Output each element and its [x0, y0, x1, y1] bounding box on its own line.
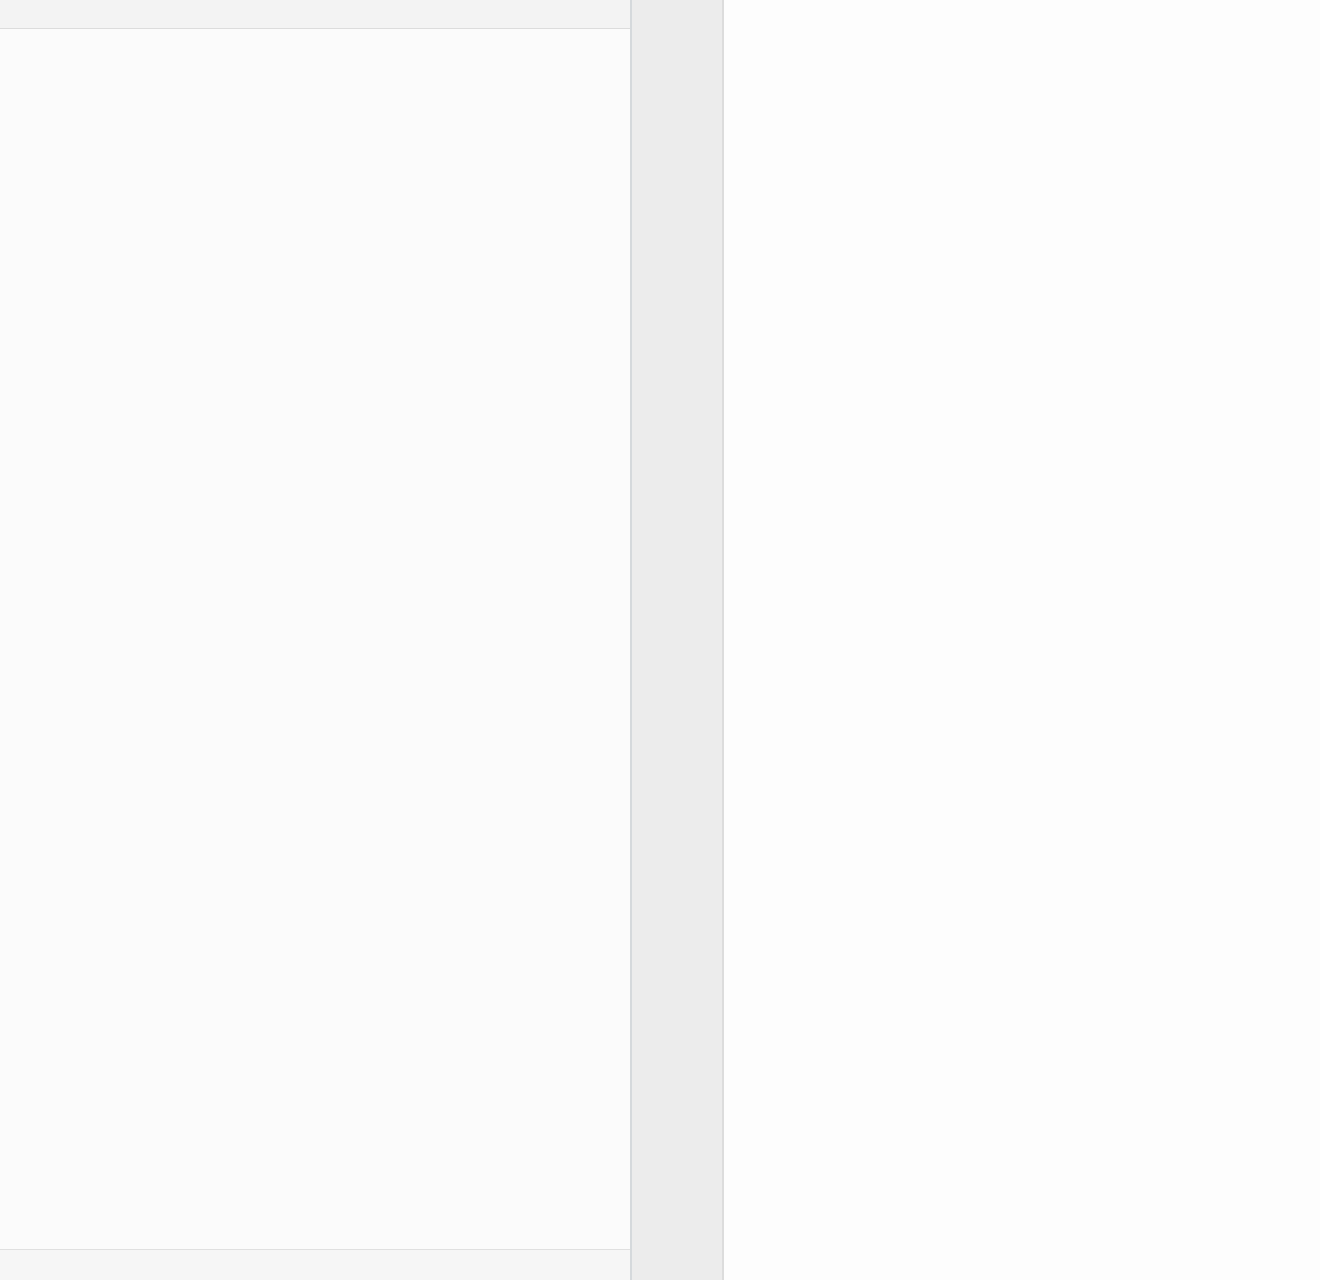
- left-statusbar: [0, 1249, 630, 1280]
- left-editor-pane: [0, 0, 632, 1280]
- line-number-gutter: [632, 0, 724, 1280]
- right-code-area[interactable]: [724, 0, 1320, 1280]
- menubar: [0, 0, 630, 29]
- right-editor-pane: [632, 0, 1320, 1280]
- left-code-area[interactable]: [0, 29, 630, 1249]
